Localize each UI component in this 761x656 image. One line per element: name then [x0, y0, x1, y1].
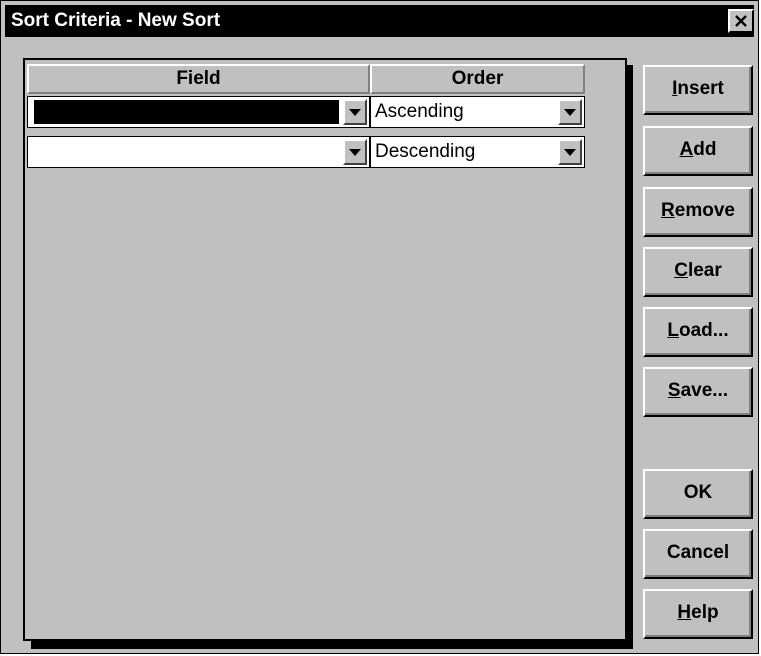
- chevron-down-icon: [564, 108, 576, 116]
- add-label: dd: [693, 139, 717, 160]
- chevron-down-icon: [564, 148, 576, 156]
- help-accel: H: [677, 602, 692, 623]
- sort-criteria-dialog: Sort Criteria - New Sort Field Order Asc…: [0, 0, 759, 654]
- field-value: [34, 100, 339, 124]
- title-bar[interactable]: Sort Criteria - New Sort: [5, 5, 754, 37]
- sort-grid: Field Order Ascending Descending: [23, 58, 627, 641]
- field-dropdown-button[interactable]: [343, 139, 367, 165]
- order-dropdown-button[interactable]: [558, 139, 582, 165]
- remove-label: emove: [674, 200, 735, 221]
- clear-label: lear: [687, 260, 722, 281]
- chevron-down-icon: [349, 148, 361, 156]
- order-combobox[interactable]: Ascending: [370, 96, 585, 128]
- chevron-down-icon: [349, 108, 361, 116]
- cancel-button[interactable]: Cancel: [643, 529, 753, 579]
- column-header-field[interactable]: Field: [27, 64, 370, 94]
- field-value: [32, 139, 339, 165]
- order-value: Descending: [375, 141, 476, 162]
- add-button[interactable]: Add: [643, 126, 753, 176]
- help-button[interactable]: Help: [643, 589, 753, 639]
- clear-button[interactable]: Clear: [643, 247, 753, 297]
- save-label: ave...: [680, 380, 729, 401]
- add-accel: A: [679, 139, 694, 160]
- insert-label: nsert: [677, 78, 724, 99]
- help-label: elp: [691, 602, 719, 623]
- save-button[interactable]: Save...: [643, 367, 753, 417]
- load-accel: L: [667, 320, 679, 341]
- remove-accel: R: [661, 200, 675, 221]
- insert-button[interactable]: Insert: [643, 65, 753, 115]
- remove-button[interactable]: Remove: [643, 187, 753, 237]
- column-header-order[interactable]: Order: [370, 64, 585, 94]
- table-row: Descending: [27, 136, 585, 168]
- grid-header: Field Order: [27, 64, 585, 94]
- window-title: Sort Criteria - New Sort: [11, 10, 221, 31]
- save-accel: S: [667, 380, 681, 401]
- order-dropdown-button[interactable]: [558, 99, 582, 125]
- ok-button[interactable]: OK: [643, 469, 753, 519]
- field-dropdown-button[interactable]: [343, 99, 367, 125]
- order-value: Ascending: [375, 101, 464, 122]
- clear-accel: C: [674, 260, 688, 281]
- field-combobox[interactable]: [27, 96, 370, 128]
- field-combobox[interactable]: [27, 136, 370, 168]
- order-combobox[interactable]: Descending: [370, 136, 585, 168]
- table-row: Ascending: [27, 96, 585, 128]
- close-button[interactable]: [728, 9, 754, 33]
- close-icon: [735, 15, 747, 27]
- load-button[interactable]: Load...: [643, 307, 753, 357]
- load-label: oad...: [678, 320, 729, 341]
